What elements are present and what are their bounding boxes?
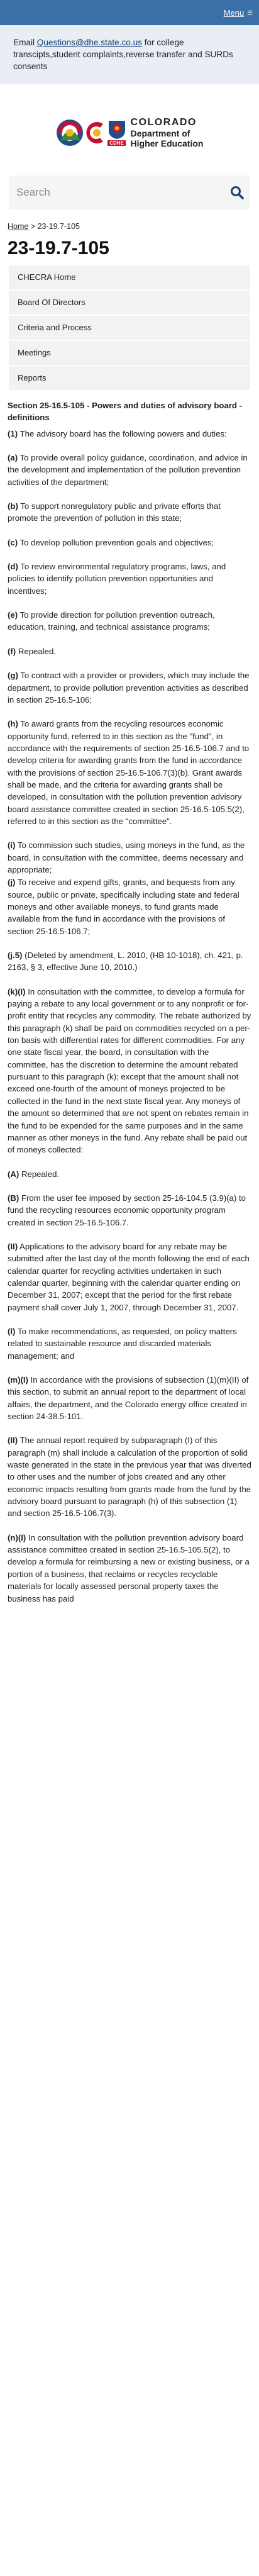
top-bar: Menu ≡	[0, 0, 259, 25]
paragraph-label: (d)	[8, 562, 18, 572]
paragraph-label: (n)(I)	[8, 1532, 26, 1542]
hamburger-icon[interactable]: ≡	[247, 8, 253, 18]
paragraph-label: (A)	[8, 1169, 19, 1179]
statute-paragraph: (m)(I) In accordance with the provisions…	[8, 1374, 251, 1422]
paragraph-label: (1)	[8, 428, 18, 438]
paragraph-label: (b)	[8, 501, 18, 511]
contact-email-link[interactable]: Questions@dhe.state.co.us	[37, 38, 142, 47]
statute-paragraph: (l) To make recommendations, as requeste…	[8, 1325, 251, 1362]
statute-paragraph: (A) Repealed.	[8, 1168, 251, 1180]
mountain-icon	[56, 120, 83, 146]
cdhe-badge: CDHE	[107, 140, 126, 146]
paragraph-label: (h)	[8, 719, 18, 729]
paragraph-text: To provide direction for pollution preve…	[8, 610, 215, 632]
logo-line-2: Department of	[130, 128, 190, 138]
cdhe-logo-mark: CDHE	[56, 119, 126, 147]
paragraph-text: To provide overall policy guidance, coor…	[8, 453, 248, 487]
paragraph-label: (c)	[8, 537, 18, 547]
statute-paragraph: (c) To develop pollution prevention goal…	[8, 537, 251, 549]
paragraph-text: To award grants from the recycling resou…	[8, 719, 250, 826]
paragraph-text: To support nonregulatory public and priv…	[8, 501, 221, 523]
nav-item-meetings[interactable]: Meetings	[9, 341, 250, 365]
paragraph-text: To make recommendations, as requested, o…	[8, 1326, 237, 1361]
paragraph-label: (II)	[8, 1241, 18, 1251]
nav-item-criteria-and-process[interactable]: Criteria and Process	[9, 316, 250, 340]
statute-paragraph: (e) To provide direction for pollution p…	[8, 609, 251, 633]
statute-paragraph: (h) To award grants from the recycling r…	[8, 718, 251, 827]
breadcrumb-home-link[interactable]: Home	[8, 222, 28, 231]
paragraph-label: (j.5)	[8, 951, 23, 961]
statute-paragraph: (n)(I) In consultation with the pollutio…	[8, 1532, 251, 1605]
notice-prefix: Email	[13, 38, 37, 47]
search-input[interactable]	[16, 186, 230, 199]
paragraph-label: (g)	[8, 671, 18, 681]
paragraph-list: (1) The advisory board has the following…	[8, 428, 251, 1605]
section-nav: CHECRA Home Board Of Directors Criteria …	[9, 265, 250, 390]
site-logo[interactable]: CDHE COLORADO Department of Higher Educa…	[0, 105, 259, 160]
breadcrumb-current: 23-19.7-105	[37, 222, 80, 231]
statute-paragraph: (II) The annual report required by subpa…	[8, 1434, 251, 1519]
statute-paragraph: (B) From the user fee imposed by section…	[8, 1192, 251, 1229]
paragraph-label: (f)	[8, 646, 16, 656]
paragraph-text: Repealed.	[16, 646, 56, 656]
statute-paragraph: (1) The advisory board has the following…	[8, 428, 251, 440]
paragraph-label: (a)	[8, 453, 18, 463]
logo-line-1: COLORADO	[130, 117, 197, 128]
statute-paragraph: (i) To commission such studies, using mo…	[8, 839, 251, 876]
paragraph-text: In consultation with the committee, to d…	[8, 986, 251, 1155]
paragraph-label: (e)	[8, 610, 18, 620]
statute-paragraph: (a) To provide overall policy guidance, …	[8, 452, 251, 488]
paragraph-text: The advisory board has the following pow…	[18, 428, 227, 438]
logo-line-3: Higher Education	[130, 138, 204, 148]
c-letter-icon	[85, 122, 103, 143]
shield-icon	[108, 121, 125, 139]
paragraph-text: To contract with a provider or providers…	[8, 671, 250, 705]
paragraph-label: (II)	[8, 1436, 18, 1446]
nav-item-checra-home[interactable]: CHECRA Home	[9, 265, 250, 289]
statute-content: Section 25-16.5-105 - Powers and duties …	[8, 399, 251, 1605]
page-title: 23-19.7-105	[8, 238, 109, 259]
paragraph-text: (Deleted by amendment, L. 2010, (HB 10-1…	[8, 951, 243, 973]
paragraph-label: (m)(I)	[8, 1375, 28, 1385]
breadcrumb-separator: >	[28, 222, 38, 231]
paragraph-text: In accordance with the provisions of sub…	[8, 1375, 249, 1422]
statute-paragraph: (II) Applications to the advisory board …	[8, 1241, 251, 1313]
paragraph-text: To commission such studies, using moneys…	[8, 840, 245, 874]
statute-paragraph: (f) Repealed.	[8, 645, 251, 657]
search-box	[9, 176, 250, 209]
paragraph-label: (k)(I)	[8, 986, 26, 996]
nav-item-reports[interactable]: Reports	[9, 366, 250, 390]
paragraph-text: To review environmental regulatory progr…	[8, 562, 226, 596]
paragraph-text: To receive and expend gifts, grants, and…	[8, 878, 240, 936]
statute-paragraph: (d) To review environmental regulatory p…	[8, 560, 251, 597]
logo-text: COLORADO Department of Higher Education	[131, 117, 204, 148]
paragraph-text: To develop pollution prevention goals an…	[18, 537, 214, 547]
paragraph-text: Repealed.	[19, 1169, 60, 1179]
notice-banner: Email Questions@dhe.state.co.us for coll…	[0, 25, 259, 84]
paragraph-label: (l)	[8, 1326, 16, 1336]
statute-heading: Section 25-16.5-105 - Powers and duties …	[8, 401, 243, 423]
nav-item-board-of-directors[interactable]: Board Of Directors	[9, 291, 250, 315]
paragraph-text: From the user fee imposed by section 25-…	[8, 1193, 246, 1227]
paragraph-text: The annual report required by subparagra…	[8, 1436, 251, 1519]
menu-link[interactable]: Menu	[224, 8, 245, 18]
paragraph-text: In consultation with the pollution preve…	[8, 1532, 250, 1603]
paragraph-label: (B)	[8, 1193, 19, 1203]
statute-paragraph: (g) To contract with a provider or provi…	[8, 669, 251, 706]
statute-paragraph: (j) To receive and expend gifts, grants,…	[8, 876, 251, 937]
paragraph-text: Applications to the advisory board for a…	[8, 1241, 250, 1312]
paragraph-label: (i)	[8, 840, 16, 850]
statute-paragraph: (j.5) (Deleted by amendment, L. 2010, (H…	[8, 949, 251, 974]
paragraph-label: (j)	[8, 878, 16, 888]
breadcrumb: Home > 23-19.7-105	[8, 222, 251, 231]
search-icon[interactable]	[230, 186, 244, 199]
statute-paragraph: (k)(I) In consultation with the committe…	[8, 986, 251, 1156]
statute-paragraph: (b) To support nonregulatory public and …	[8, 500, 251, 525]
